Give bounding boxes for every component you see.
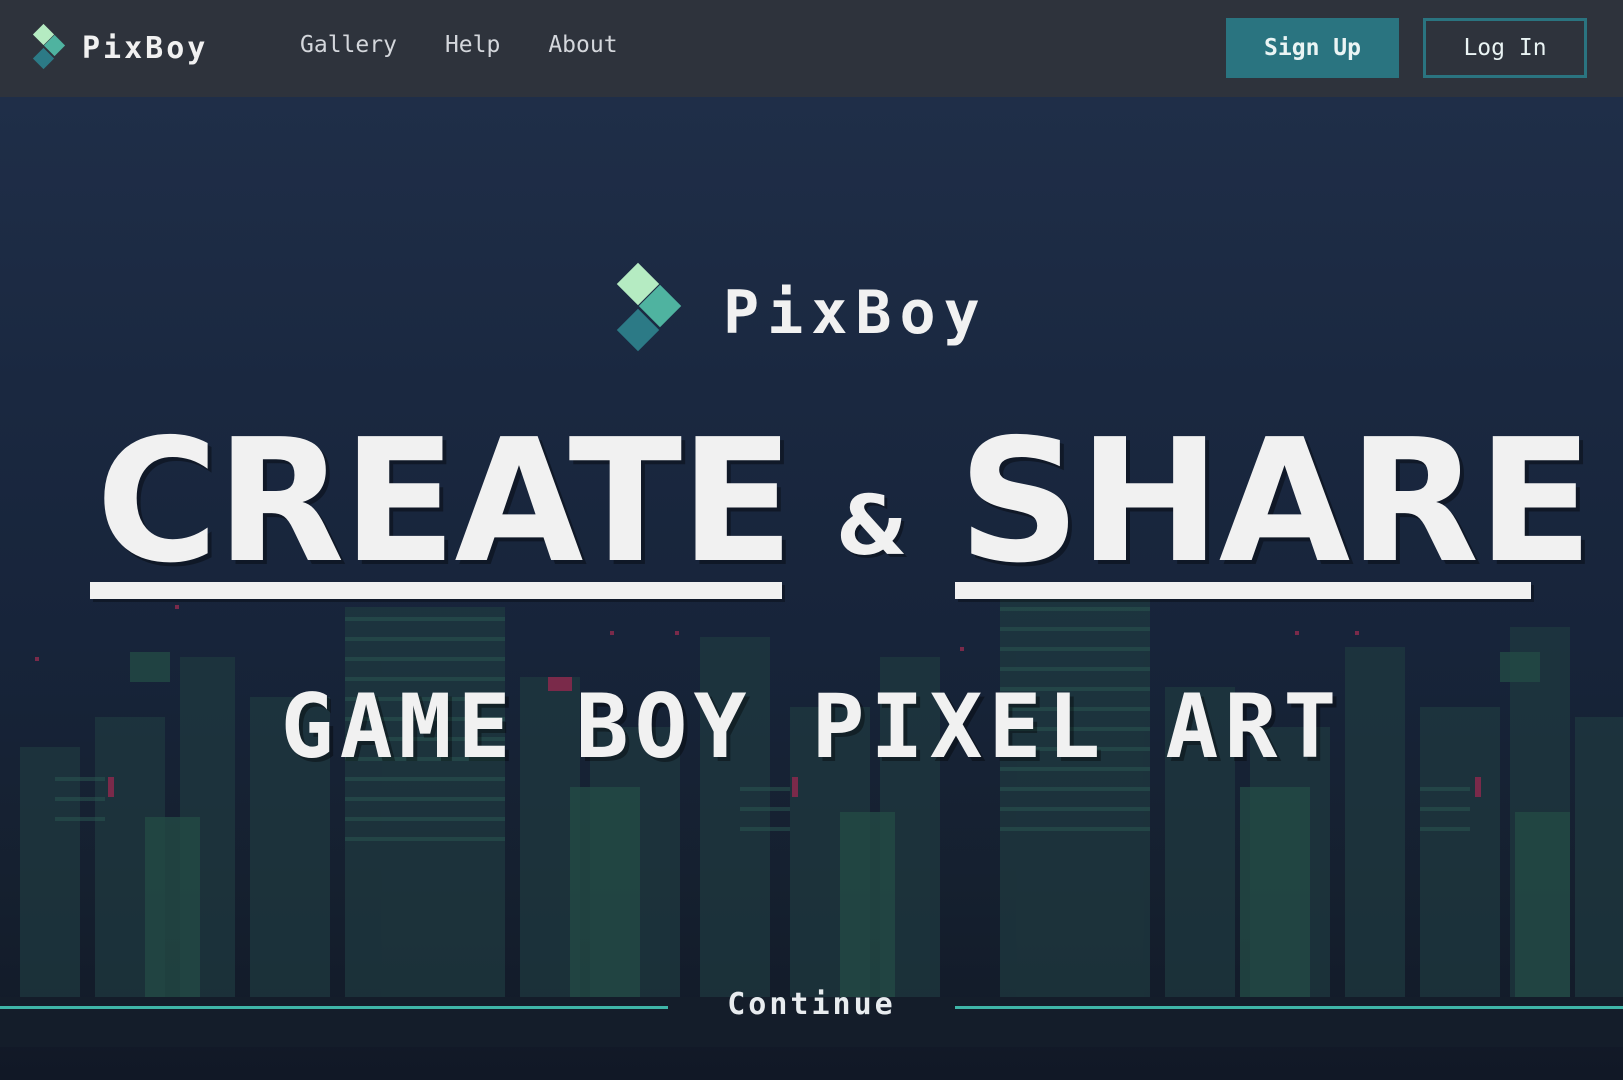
create-underline	[90, 582, 782, 599]
hero-subheadline: GAME BOY PIXEL ART	[280, 675, 1343, 778]
hero-logo: PixBoy	[615, 262, 988, 361]
pixboy-logo-icon	[615, 262, 695, 361]
headline-share: SHARE	[958, 403, 1593, 601]
hero-brand-name: PixBoy	[723, 278, 988, 348]
hero-headline: CREATE & SHARE	[0, 417, 1623, 607]
nav-link-about[interactable]: About	[548, 32, 617, 58]
hero-section: PixBoy CREATE & SHARE GAME BOY PIXEL ART…	[0, 97, 1623, 1080]
sign-up-button[interactable]: Sign Up	[1226, 18, 1399, 78]
continue-row: Continue	[0, 987, 1623, 1027]
nav-logo-link[interactable]: PixBoy	[32, 23, 209, 71]
headline-ampersand: &	[836, 479, 908, 574]
continue-divider-right	[955, 1006, 1623, 1009]
continue-divider-left	[0, 1006, 668, 1009]
pixboy-logo-icon	[32, 23, 72, 71]
nav-links: Gallery Help About	[300, 32, 666, 58]
nav-link-gallery[interactable]: Gallery	[300, 32, 397, 58]
share-underline	[955, 582, 1531, 599]
cityscape-background-image	[0, 597, 1623, 1047]
nav-brand-name: PixBoy	[82, 30, 209, 66]
headline-create: CREATE	[96, 403, 794, 601]
nav-link-help[interactable]: Help	[445, 32, 500, 58]
log-in-button[interactable]: Log In	[1423, 18, 1587, 78]
continue-button[interactable]: Continue	[668, 987, 955, 1022]
top-navbar: PixBoy Gallery Help About Sign Up Log In	[0, 0, 1623, 97]
